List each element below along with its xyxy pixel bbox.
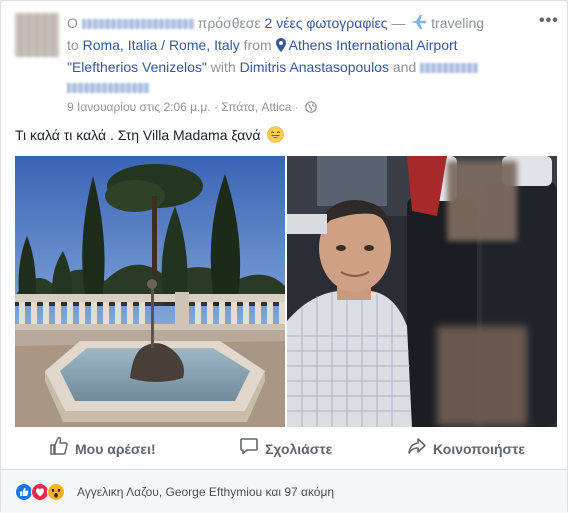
reaction-icons[interactable]	[15, 483, 71, 501]
header-with: with	[210, 59, 236, 75]
tagged-person-link[interactable]: Dimitris Anastasopoulos	[240, 59, 389, 75]
like-label: Μου αρέσει!	[75, 441, 156, 457]
post-location[interactable]: Σπάτα, Attica	[221, 100, 291, 114]
post-card: ••• Ο πρόσθεσε 2 νέες φωτογραφίες — trav…	[0, 0, 568, 513]
airplane-icon	[409, 14, 427, 35]
post-timestamp[interactable]: 9 Ιανουαρίου στις 2:06 μ.μ.	[67, 100, 211, 114]
like-button[interactable]: Μου αρέσει!	[49, 436, 156, 462]
love-reaction-icon	[31, 483, 49, 501]
reactions-bar: Αγγελικη Λαζου, George Efthymiou και 97 …	[1, 470, 567, 513]
meta-separator-2: ·	[294, 100, 299, 114]
reactions-summary[interactable]: Αγγελικη Λαζου, George Efthymiou και 97 …	[77, 484, 334, 500]
photo-villa-garden[interactable]	[15, 156, 285, 427]
destination-link[interactable]: Roma, Italia / Rome, Italy	[83, 37, 240, 53]
blurred-author-name[interactable]	[81, 19, 194, 30]
comment-icon	[239, 436, 259, 462]
header-dash: —	[391, 15, 406, 31]
post-actions: Μου αρέσει! Σχολιάστε Κοινοποιήστε	[1, 432, 567, 466]
header-to: to	[67, 37, 79, 53]
avatar[interactable]	[15, 13, 59, 57]
post-header: Ο πρόσθεσε 2 νέες φωτογραφίες — travelin…	[67, 13, 527, 97]
comment-button[interactable]: Σχολιάστε	[239, 438, 332, 460]
header-from: from	[243, 37, 272, 53]
globe-icon[interactable]	[305, 101, 317, 117]
share-label: Κοινοποιήστε	[433, 441, 525, 457]
meta-separator: ·	[213, 100, 218, 114]
post-message: Τι καλά τι καλά . Στη Villa Madama ξανά	[15, 125, 285, 148]
header-and: and	[392, 59, 417, 75]
share-button[interactable]: Κοινοποιήστε	[407, 438, 525, 460]
blurred-tagged-name-2[interactable]	[67, 83, 149, 94]
share-arrow-icon	[407, 436, 427, 462]
post-meta: 9 Ιανουαρίου στις 2:06 μ.μ. · Σπάτα, Att…	[67, 99, 317, 117]
location-pin-icon	[275, 37, 286, 57]
header-added-text: πρόσθεσε	[197, 15, 261, 31]
wow-reaction-icon	[47, 483, 65, 501]
header-prefix: Ο	[67, 15, 78, 31]
blurred-tagged-name[interactable]	[420, 63, 479, 74]
more-options-icon[interactable]: •••	[539, 13, 559, 29]
smiling-face-emoji-icon	[267, 126, 285, 148]
photo-airplane-selfie[interactable]	[287, 156, 557, 427]
thumbs-up-icon	[49, 436, 69, 462]
like-reaction-icon	[15, 483, 33, 501]
photos-link[interactable]: 2 νέες φωτογραφίες	[265, 15, 388, 31]
comment-label: Σχολιάστε	[265, 441, 333, 457]
header-activity: traveling	[431, 15, 485, 31]
post-message-text: Τι καλά τι καλά . Στη Villa Madama ξανά	[15, 127, 261, 143]
